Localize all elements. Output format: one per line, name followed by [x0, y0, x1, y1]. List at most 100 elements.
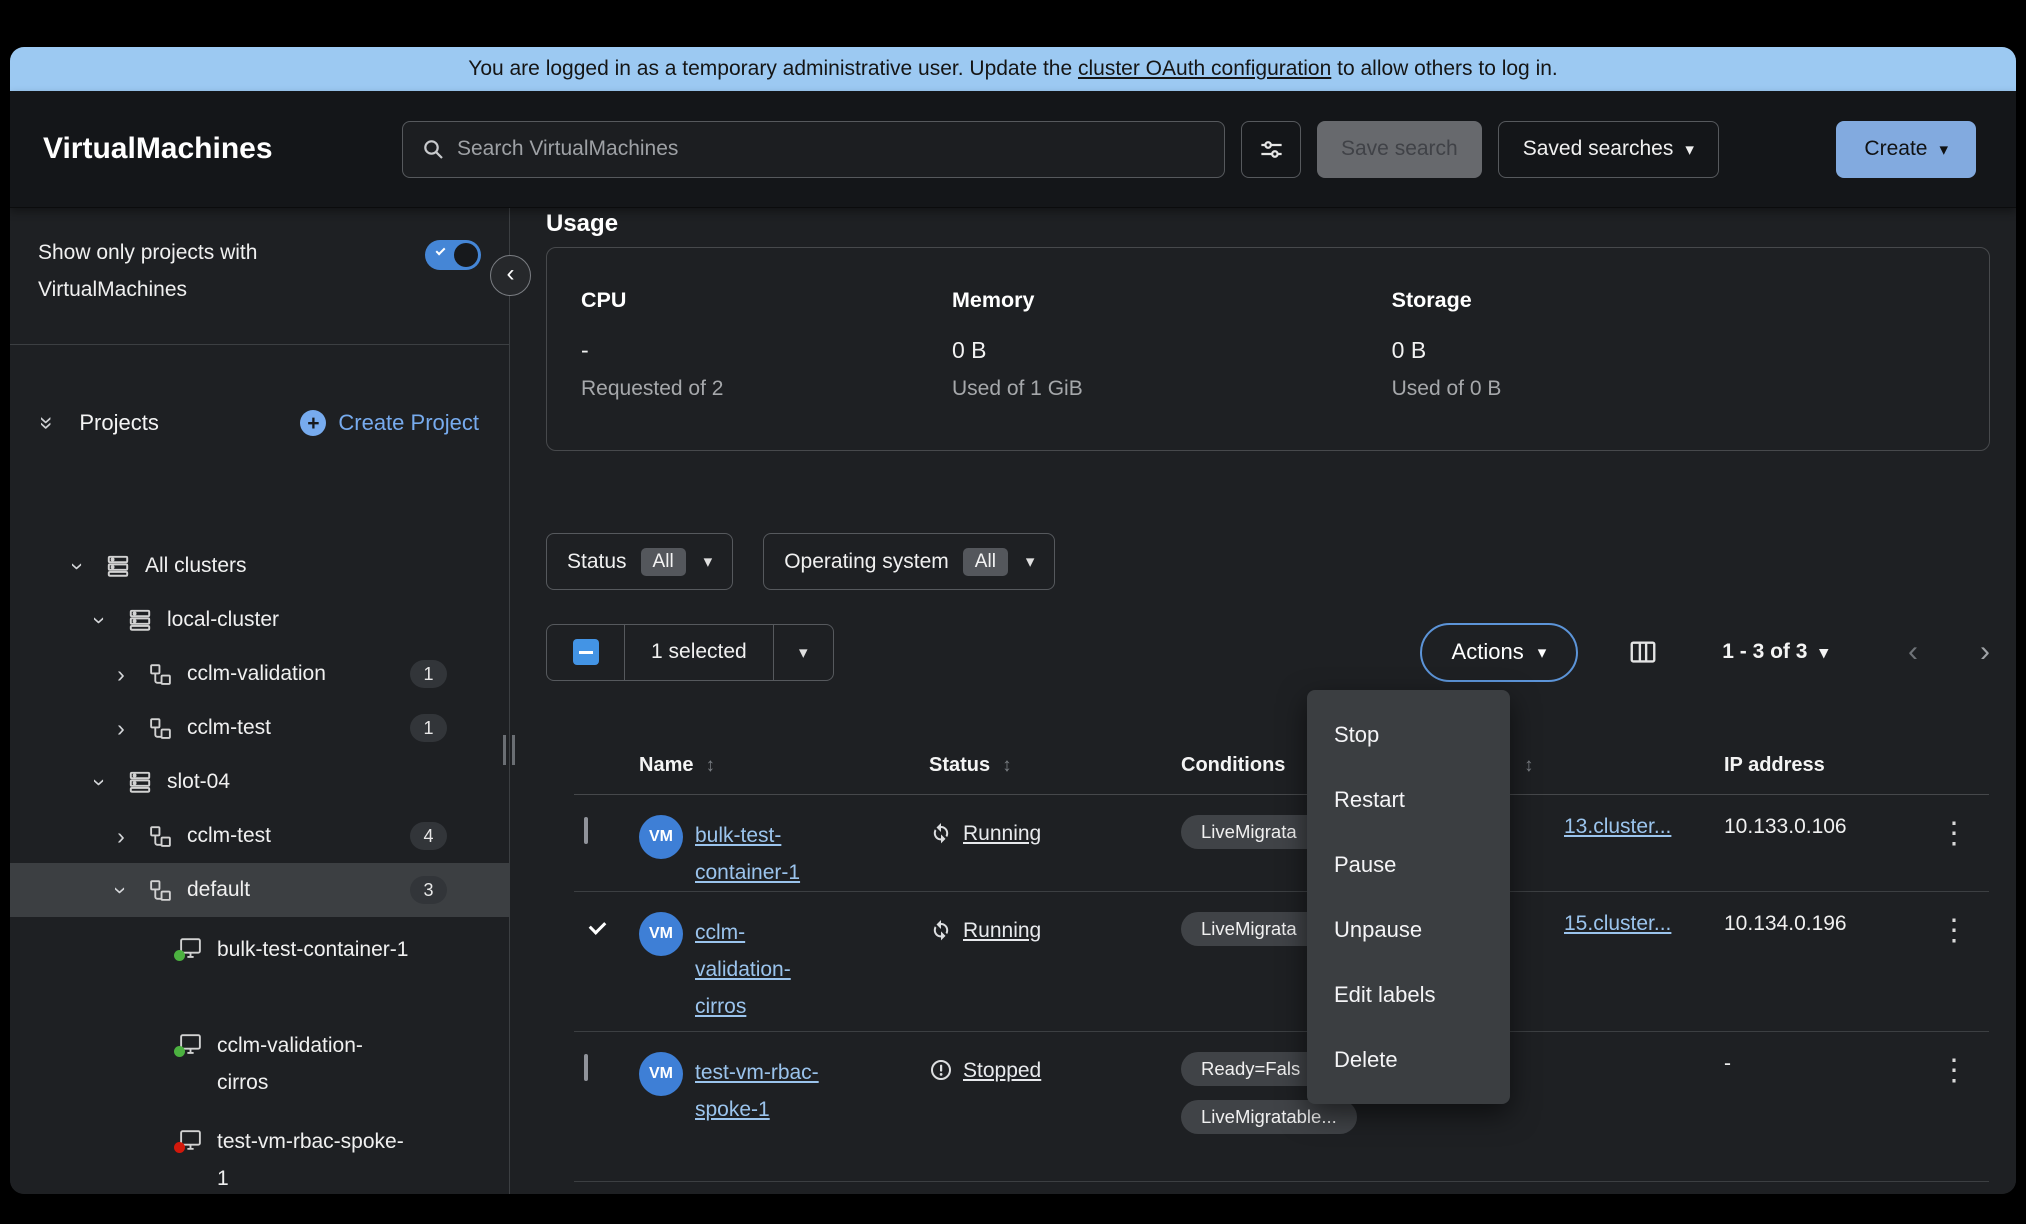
- banner-text-after: to allow others to log in.: [1331, 57, 1557, 81]
- cluster-icon: [127, 607, 153, 633]
- tree-item-all-clusters[interactable]: › All clusters: [10, 539, 509, 593]
- table-header-row: Name ↕ Status ↕ Conditions ↕ IP address: [574, 737, 1989, 795]
- search-box[interactable]: [402, 121, 1225, 178]
- tree-item-cclm-validation[interactable]: › cclm-validation 1: [10, 647, 509, 701]
- pagination-label: 1 - 3 of 3: [1722, 640, 1807, 664]
- os-filter-value: All: [963, 548, 1008, 576]
- chevron-down-icon[interactable]: ›: [87, 607, 114, 633]
- tree-item-label: local-cluster: [167, 608, 279, 632]
- actions-button[interactable]: Actions ▾: [1420, 623, 1579, 682]
- sidebar-resize-rail: [510, 208, 530, 1194]
- next-page-button[interactable]: ›: [1980, 635, 1990, 669]
- sort-icon[interactable]: ↕: [705, 755, 715, 777]
- tree-item-label: cclm-validation: [187, 662, 326, 686]
- os-filter-select[interactable]: Operating system All ▾: [763, 533, 1055, 590]
- search-input[interactable]: [457, 137, 1206, 161]
- tree-vm-cclm-validation-cirros[interactable]: cclm-validation-cirros: [10, 1013, 509, 1109]
- chevron-right-icon[interactable]: ›: [108, 823, 134, 850]
- column-header-ip: IP address: [1719, 754, 1919, 777]
- row-kebab-menu-button[interactable]: ⋮: [1929, 912, 1979, 950]
- cluster-icon: [105, 553, 131, 579]
- status-dot-green: [174, 1046, 185, 1057]
- row-checkbox[interactable]: [584, 1054, 588, 1081]
- column-header-node: ↕: [1519, 755, 1719, 777]
- oauth-configuration-link[interactable]: cluster OAuth configuration: [1078, 57, 1331, 81]
- show-only-vm-projects-toggle[interactable]: [425, 240, 481, 270]
- row-kebab-menu-button[interactable]: ⋮: [1929, 1052, 1979, 1090]
- tree-item-cclm-test[interactable]: › cclm-test 1: [10, 701, 509, 755]
- saved-searches-button[interactable]: Saved searches ▾: [1498, 121, 1719, 178]
- tree-vm-label: bulk-test-container-1: [217, 931, 408, 968]
- save-search-button[interactable]: Save search: [1317, 121, 1482, 178]
- tree-item-cclm-test-slot04[interactable]: › cclm-test 4: [10, 809, 509, 863]
- tree-item-label: All clusters: [145, 554, 247, 578]
- tree-item-slot-04[interactable]: › slot-04: [10, 755, 509, 809]
- bulk-select-dropdown-toggle[interactable]: ▾: [773, 625, 833, 680]
- menu-item-restart[interactable]: Restart: [1307, 767, 1510, 832]
- vm-count-badge: 4: [410, 822, 447, 850]
- vm-count-badge: 3: [410, 876, 447, 904]
- tree-item-default-selected[interactable]: › default 3: [10, 863, 509, 917]
- row-kebab-menu-button[interactable]: ⋮: [1929, 815, 1979, 853]
- vm-name-link[interactable]: cclm-validation-cirros: [695, 914, 840, 1025]
- tree-vm-bulk-test-container-1[interactable]: bulk-test-container-1: [10, 917, 509, 1013]
- actions-dropdown-menu: Stop Restart Pause Unpause Edit labels D…: [1307, 690, 1510, 1104]
- vm-count-badge: 1: [410, 660, 447, 688]
- ip-address: 10.133.0.106: [1719, 795, 1919, 839]
- tree-vm-label: test-vm-rbac-spoke-1: [217, 1123, 412, 1194]
- sort-icon[interactable]: ↕: [1002, 755, 1012, 777]
- sidebar-collapse-button[interactable]: ‹: [490, 255, 531, 296]
- resize-handle[interactable]: [503, 735, 515, 765]
- tree-item-label: slot-04: [167, 770, 230, 794]
- bulk-select-checkbox[interactable]: [573, 639, 599, 665]
- chevron-down-icon[interactable]: ›: [87, 769, 114, 795]
- search-icon: [421, 137, 445, 161]
- menu-item-pause[interactable]: Pause: [1307, 832, 1510, 897]
- chevron-right-icon[interactable]: ›: [108, 715, 134, 742]
- vm-status-link[interactable]: Running: [963, 815, 1041, 852]
- tree-vm-test-vm-rbac-spoke-1[interactable]: test-vm-rbac-spoke-1: [10, 1109, 509, 1194]
- pagination-dropdown[interactable]: 1 - 3 of 3 ▾: [1722, 640, 1828, 664]
- collapse-all-icon[interactable]: »: [33, 416, 61, 429]
- menu-item-delete[interactable]: Delete: [1307, 1027, 1510, 1092]
- running-sync-icon: [929, 821, 953, 845]
- sort-icon[interactable]: ↕: [1524, 755, 1534, 777]
- table-row: VM cclm-validation-cirros Running LiveMi…: [574, 892, 1989, 1032]
- node-link[interactable]: 13.cluster...: [1564, 815, 1671, 838]
- vm-kind-badge: VM: [639, 912, 683, 956]
- project-icon: [148, 878, 173, 903]
- status-filter-select[interactable]: Status All ▾: [546, 533, 733, 590]
- chevron-down-icon[interactable]: ›: [108, 877, 135, 903]
- row-checkbox[interactable]: [584, 817, 588, 844]
- os-filter-label: Operating system: [784, 550, 949, 574]
- chevron-down-icon: ▾: [1939, 141, 1948, 158]
- page-header: VirtualMachines Save search Saved search…: [10, 91, 2016, 208]
- menu-item-edit-labels[interactable]: Edit labels: [1307, 962, 1510, 1027]
- stopped-icon: [929, 1058, 953, 1082]
- bulk-select-checkbox-segment[interactable]: [547, 625, 625, 680]
- manage-columns-icon[interactable]: [1628, 637, 1658, 667]
- node-link[interactable]: 15.cluster...: [1564, 912, 1671, 935]
- status-dot-green: [174, 950, 185, 961]
- advanced-search-button[interactable]: [1241, 121, 1301, 178]
- storage-label: Storage: [1392, 288, 1955, 313]
- vm-name-link[interactable]: test-vm-rbac-spoke-1: [695, 1054, 840, 1128]
- chevron-down-icon: ▾: [704, 553, 713, 570]
- chevron-down-icon: ▾: [1026, 553, 1035, 570]
- vm-status-link[interactable]: Stopped: [963, 1052, 1041, 1089]
- virtual-machine-icon: [178, 1127, 203, 1152]
- table-row: VM test-vm-rbac-spoke-1 Stopped Ready=Fa…: [574, 1032, 1989, 1182]
- create-project-button[interactable]: + Create Project: [300, 410, 479, 436]
- create-button[interactable]: Create ▾: [1836, 121, 1976, 178]
- menu-item-stop[interactable]: Stop: [1307, 702, 1510, 767]
- tree-item-local-cluster[interactable]: › local-cluster: [10, 593, 509, 647]
- chevron-right-icon[interactable]: ›: [108, 661, 134, 688]
- menu-item-unpause[interactable]: Unpause: [1307, 897, 1510, 962]
- vm-status-link[interactable]: Running: [963, 912, 1041, 949]
- vm-name-link[interactable]: bulk-test-container-1: [695, 817, 840, 891]
- table-toolbar: 1 selected ▾ Actions ▾ 1 - 3 of 3: [546, 622, 1990, 682]
- previous-page-button[interactable]: ‹: [1908, 635, 1918, 669]
- ip-header-label: IP address: [1724, 754, 1825, 777]
- chevron-down-icon[interactable]: ›: [65, 553, 92, 579]
- conditions-header-label: Conditions: [1174, 754, 1285, 777]
